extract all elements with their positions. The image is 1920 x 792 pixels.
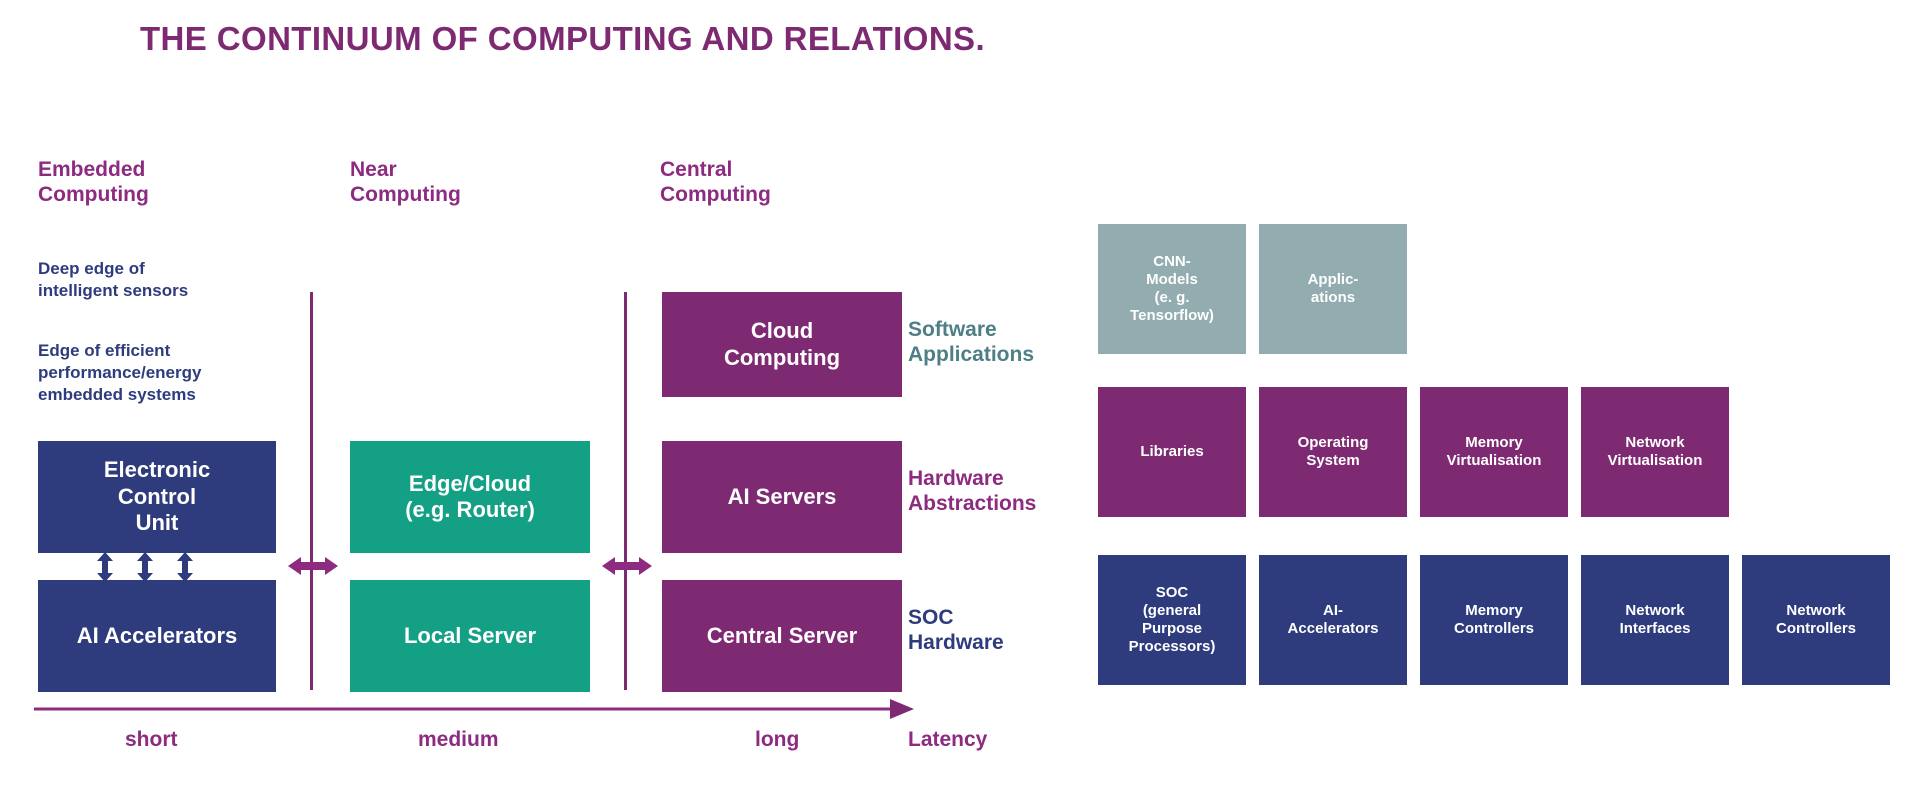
box-label: Network Interfaces: [1619, 602, 1691, 637]
latency-tick-short: short: [125, 728, 178, 751]
box-label: Electronic Control Unit: [103, 457, 211, 536]
stack-box-cnn-models[interactable]: CNN- Models (e. g. Tensorflow): [1098, 224, 1246, 354]
arrow-right-icon: [34, 699, 914, 719]
box-label: Operating System: [1297, 434, 1369, 469]
role-label-soc-hardware: SOC Hardware: [908, 606, 1004, 654]
latency-axis-label: Latency: [908, 728, 988, 751]
vertical-double-arrows-group: [96, 552, 226, 582]
stack-box-ai-accelerators[interactable]: AI- Accelerators: [1259, 555, 1407, 685]
box-ai-servers[interactable]: AI Servers: [662, 441, 902, 553]
box-cloud-computing[interactable]: Cloud Computing: [662, 292, 902, 397]
stack-box-soc-general-purpose-processors[interactable]: SOC (general Purpose Processors): [1098, 555, 1246, 685]
note-deep-edge: Deep edge of intelligent sensors: [38, 259, 189, 300]
stack-box-network-virtualisation[interactable]: Network Virtualisation: [1581, 387, 1729, 517]
stack-box-memory-controllers[interactable]: Memory Controllers: [1420, 555, 1568, 685]
latency-axis-arrow: [34, 698, 914, 720]
box-ai-accelerators[interactable]: AI Accelerators: [38, 580, 276, 692]
stack-box-network-interfaces[interactable]: Network Interfaces: [1581, 555, 1729, 685]
stack-box-applications[interactable]: Applic- ations: [1259, 224, 1407, 354]
box-label: Applic- ations: [1307, 271, 1359, 306]
divider-near-central: [624, 292, 627, 690]
box-label: CNN- Models (e. g. Tensorflow): [1130, 253, 1214, 324]
box-electronic-control-unit[interactable]: Electronic Control Unit: [38, 441, 276, 553]
double-arrow-up-down-icon: [97, 552, 193, 582]
box-label: AI Accelerators: [76, 622, 238, 648]
horizontal-double-arrow-embedded-near: [288, 553, 338, 579]
box-label: Network Controllers: [1775, 602, 1856, 637]
box-label: AI- Accelerators: [1287, 602, 1379, 637]
stack-box-memory-virtualisation[interactable]: Memory Virtualisation: [1420, 387, 1568, 517]
role-label-software-applications: Software Applications: [908, 318, 1035, 366]
double-arrow-left-right-icon: [602, 557, 652, 575]
note-edge-efficient: Edge of efficient performance/energy emb…: [38, 341, 202, 404]
double-arrow-left-right-icon: [288, 557, 338, 575]
diagram-canvas: THE CONTINUUM OF COMPUTING AND RELATIONS…: [0, 0, 1920, 792]
horizontal-double-arrow-near-central: [602, 553, 652, 579]
column-heading-near: Near Computing: [350, 158, 461, 206]
stack-box-operating-system[interactable]: Operating System: [1259, 387, 1407, 517]
latency-tick-long: long: [755, 728, 800, 751]
role-label-hardware-abstractions: Hardware Abstractions: [908, 467, 1037, 515]
column-heading-embedded: Embedded Computing: [38, 158, 149, 206]
box-label: Libraries: [1140, 443, 1204, 460]
box-central-server[interactable]: Central Server: [662, 580, 902, 692]
box-label: SOC (general Purpose Processors): [1128, 584, 1216, 655]
page-title: THE CONTINUUM OF COMPUTING AND RELATIONS…: [140, 20, 986, 57]
box-local-server[interactable]: Local Server: [350, 580, 590, 692]
box-label: Memory Virtualisation: [1446, 434, 1542, 469]
box-label: Central Server: [706, 622, 858, 648]
box-label: Cloud Computing: [723, 318, 841, 370]
stack-box-libraries[interactable]: Libraries: [1098, 387, 1246, 517]
latency-tick-medium: medium: [418, 728, 499, 751]
stack-box-network-controllers[interactable]: Network Controllers: [1742, 555, 1890, 685]
box-label: AI Servers: [727, 483, 837, 509]
box-label: Memory Controllers: [1453, 602, 1534, 637]
divider-embedded-near: [310, 292, 313, 690]
box-label: Edge/Cloud (e.g. Router): [405, 470, 535, 522]
box-label: Network Virtualisation: [1607, 434, 1703, 469]
box-label: Local Server: [403, 622, 537, 648]
box-edge-cloud-router[interactable]: Edge/Cloud (e.g. Router): [350, 441, 590, 553]
column-heading-central: Central Computing: [660, 158, 771, 206]
